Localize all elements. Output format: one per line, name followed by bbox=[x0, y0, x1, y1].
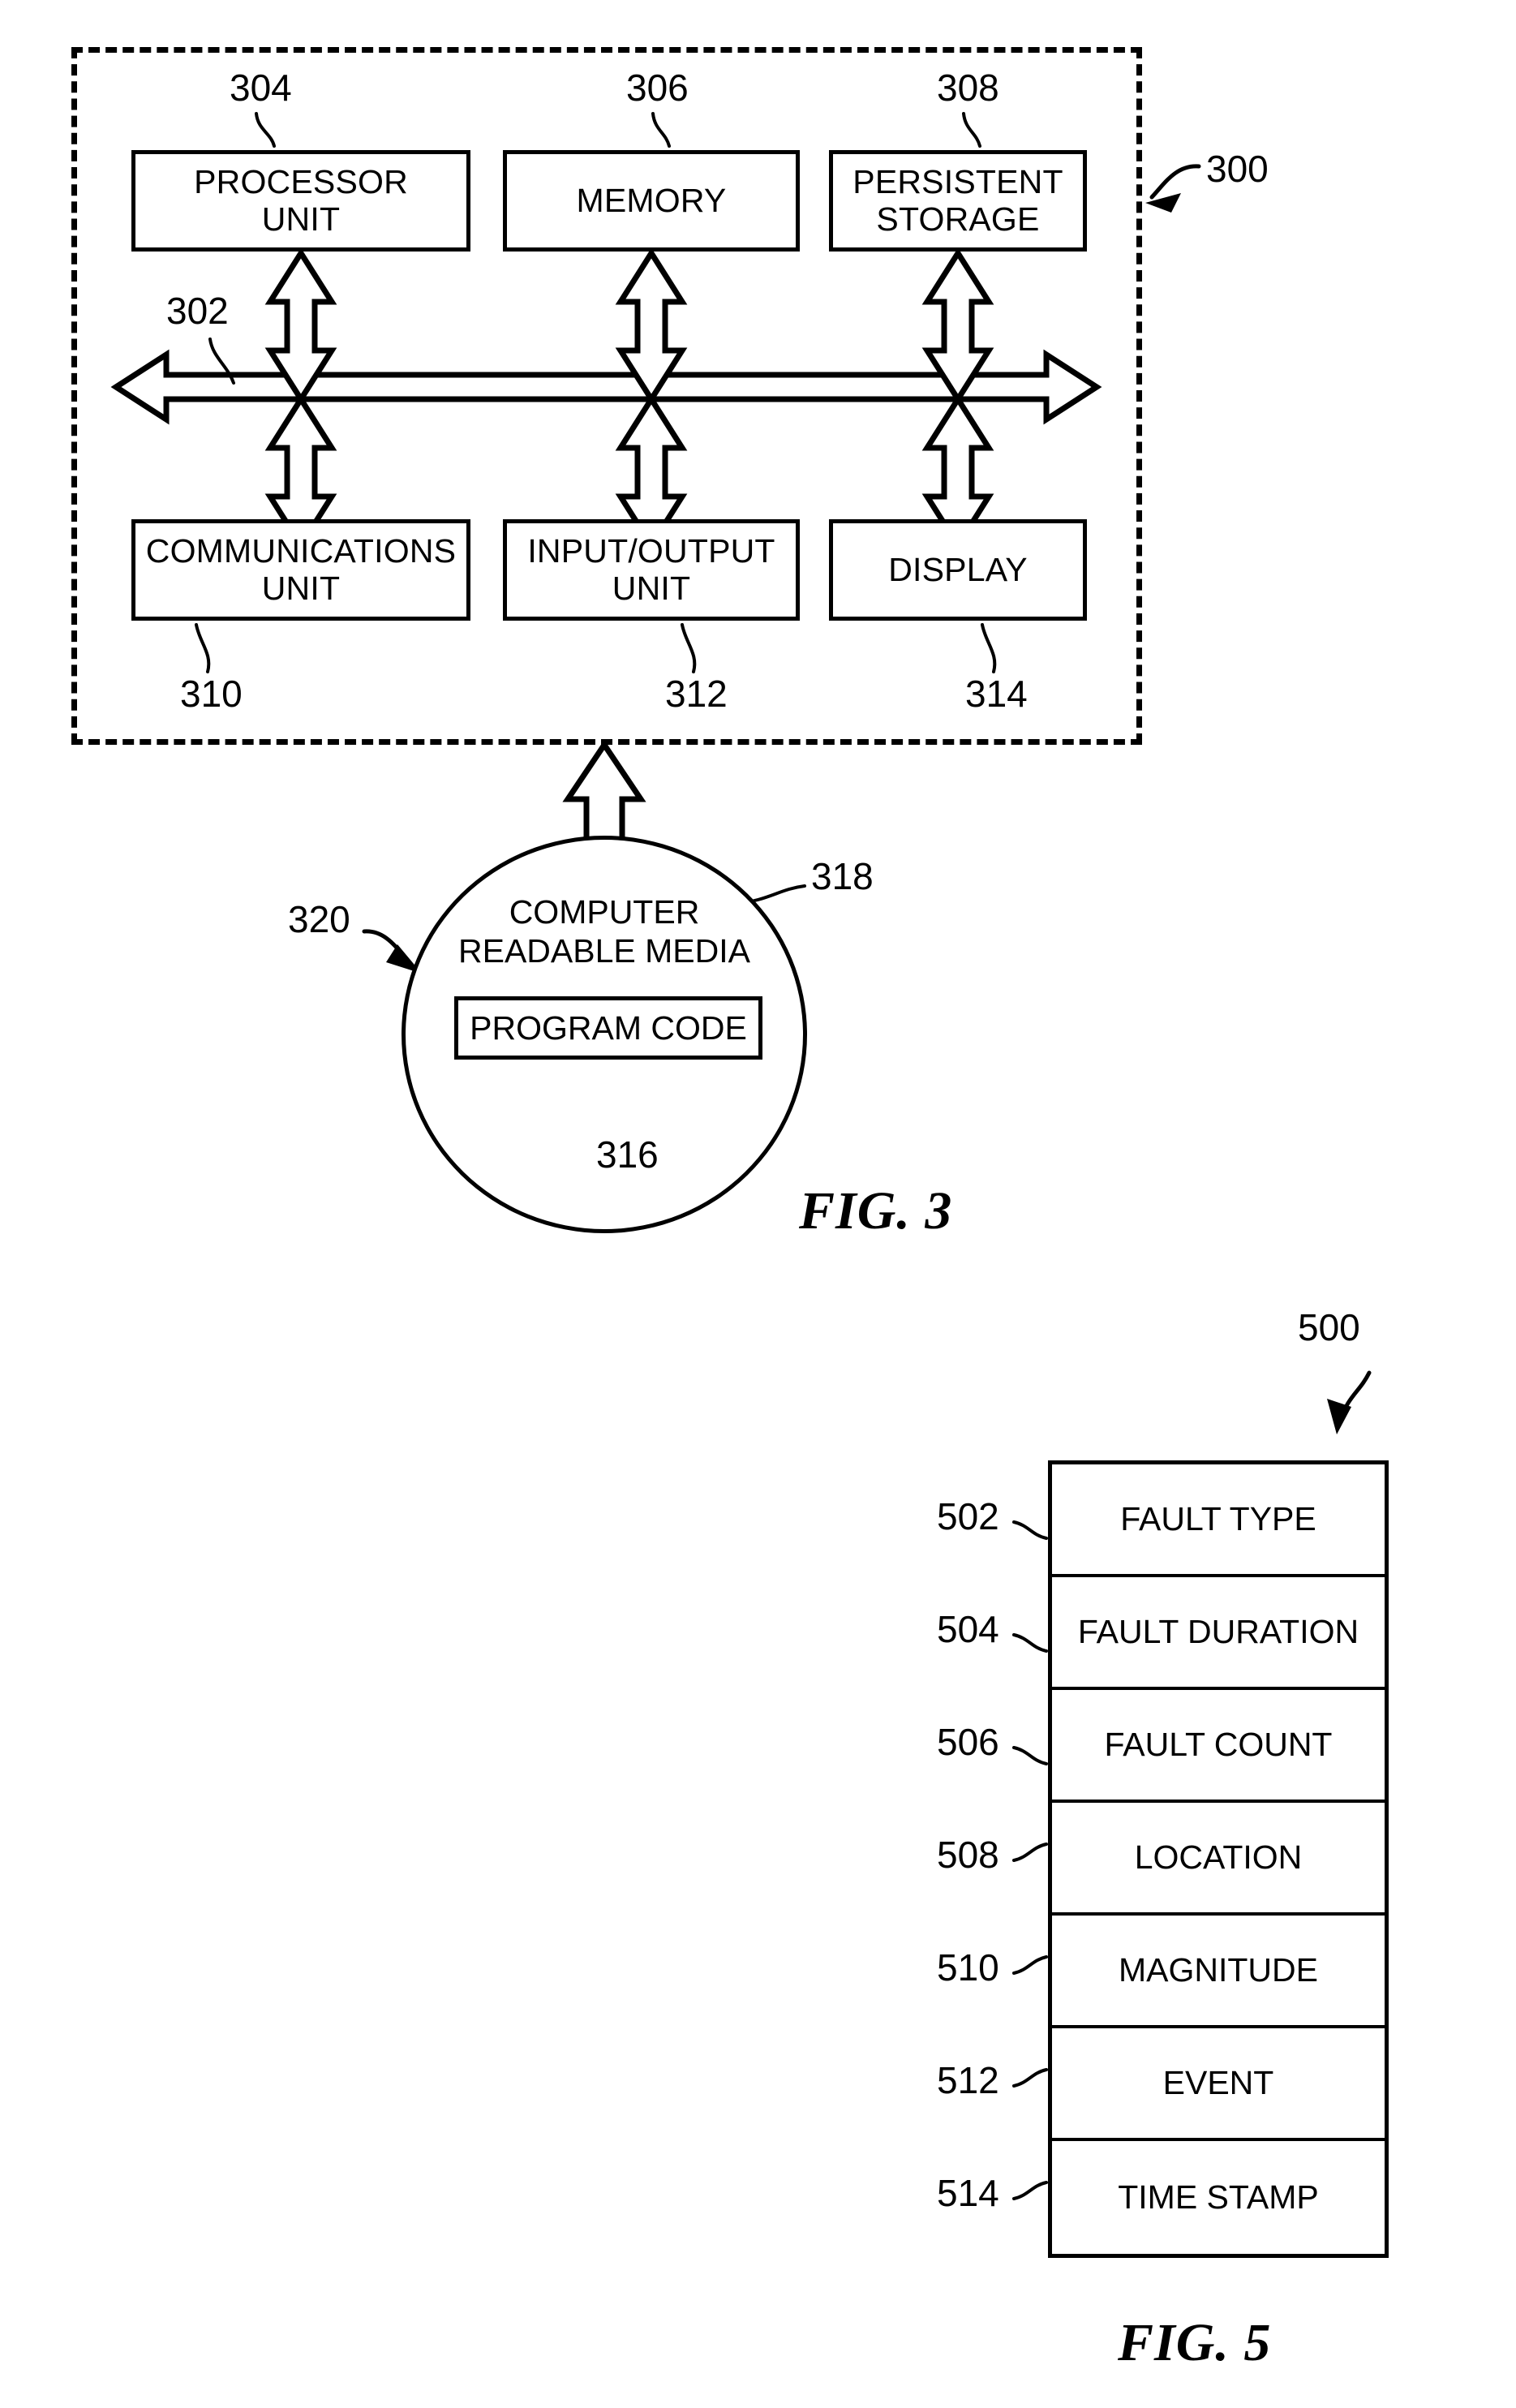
reference-numeral-300: 300 bbox=[1206, 148, 1269, 190]
reference-numeral-320: 320 bbox=[288, 898, 350, 940]
memory-label-line1: MEMORY bbox=[576, 181, 727, 219]
computer-readable-media-label-line1: COMPUTER bbox=[509, 893, 700, 931]
magnitude-label: MAGNITUDE bbox=[1119, 1951, 1318, 1989]
reference-numeral-308: 308 bbox=[937, 67, 999, 109]
reference-numeral-310: 310 bbox=[180, 673, 243, 715]
table-row: LOCATION bbox=[1052, 1803, 1385, 1916]
reference-numeral-506: 506 bbox=[937, 1721, 999, 1763]
patent-figure-sheet: PROCESSOR UNIT MEMORY PERSISTENT STORAGE… bbox=[0, 0, 1516, 2408]
table-row: TIME STAMP bbox=[1052, 2141, 1385, 2254]
reference-numeral-502: 502 bbox=[937, 1495, 999, 1537]
communications-unit-label-line1: COMMUNICATIONS bbox=[145, 531, 457, 570]
fault-record-table: FAULT TYPE FAULT DURATION FAULT COUNT LO… bbox=[1048, 1460, 1389, 2258]
computer-readable-media-label-line2: READABLE MEDIA bbox=[458, 932, 750, 970]
location-label: LOCATION bbox=[1134, 1838, 1303, 1876]
reference-numeral-514: 514 bbox=[937, 2172, 999, 2214]
processor-unit-box: PROCESSOR UNIT bbox=[131, 150, 470, 252]
display-label-line1: DISPLAY bbox=[888, 550, 1028, 588]
computer-readable-media-label: COMPUTER READABLE MEDIA bbox=[430, 892, 779, 971]
reference-arrow-300 bbox=[1149, 164, 1201, 200]
input-output-unit-box: INPUT/OUTPUT UNIT bbox=[503, 519, 800, 621]
program-code-box: PROGRAM CODE bbox=[454, 996, 762, 1060]
reference-numeral-316: 316 bbox=[596, 1133, 659, 1176]
reference-arrow-320 bbox=[362, 929, 416, 970]
fault-type-label: FAULT TYPE bbox=[1120, 1500, 1316, 1537]
table-row: MAGNITUDE bbox=[1052, 1916, 1385, 2028]
event-label: EVENT bbox=[1162, 2064, 1274, 2101]
reference-numeral-304: 304 bbox=[230, 67, 292, 109]
table-row: EVENT bbox=[1052, 2028, 1385, 2141]
program-code-label: PROGRAM CODE bbox=[470, 1008, 747, 1047]
figure-5-caption: FIG. 5 bbox=[1118, 2313, 1272, 2372]
persistent-storage-box: PERSISTENT STORAGE bbox=[829, 150, 1087, 252]
persistent-storage-label-line2: STORAGE bbox=[876, 200, 1040, 238]
reference-numeral-512: 512 bbox=[937, 2059, 999, 2101]
input-output-unit-label-line2: UNIT bbox=[612, 569, 691, 607]
reference-numeral-312: 312 bbox=[665, 673, 728, 715]
time-stamp-label: TIME STAMP bbox=[1118, 2178, 1319, 2216]
reference-numeral-314: 314 bbox=[965, 673, 1028, 715]
persistent-storage-label-line1: PERSISTENT bbox=[852, 162, 1063, 200]
reference-numeral-302: 302 bbox=[166, 290, 229, 332]
memory-box: MEMORY bbox=[503, 150, 800, 252]
reference-numeral-508: 508 bbox=[937, 1834, 999, 1876]
input-output-unit-label-line1: INPUT/OUTPUT bbox=[527, 531, 775, 570]
processor-unit-label-line2: UNIT bbox=[261, 200, 341, 238]
reference-numeral-306: 306 bbox=[626, 67, 689, 109]
reference-arrow-500 bbox=[1338, 1370, 1372, 1424]
reference-numeral-318: 318 bbox=[811, 855, 874, 897]
fault-duration-label: FAULT DURATION bbox=[1077, 1613, 1359, 1650]
reference-numeral-510: 510 bbox=[937, 1946, 999, 1989]
table-row: FAULT DURATION bbox=[1052, 1577, 1385, 1690]
table-row: FAULT COUNT bbox=[1052, 1690, 1385, 1803]
reference-numeral-500: 500 bbox=[1298, 1306, 1360, 1348]
communications-unit-label-line2: UNIT bbox=[261, 569, 341, 607]
reference-numeral-504: 504 bbox=[937, 1608, 999, 1650]
table-row: FAULT TYPE bbox=[1052, 1464, 1385, 1577]
communications-unit-box: COMMUNICATIONS UNIT bbox=[131, 519, 470, 621]
display-box: DISPLAY bbox=[829, 519, 1087, 621]
fault-count-label: FAULT COUNT bbox=[1104, 1726, 1333, 1763]
processor-unit-label-line1: PROCESSOR bbox=[194, 162, 408, 200]
arrowhead-300 bbox=[1145, 193, 1181, 213]
figure-3-caption: FIG. 3 bbox=[799, 1181, 953, 1241]
arrowhead-500 bbox=[1327, 1399, 1351, 1434]
